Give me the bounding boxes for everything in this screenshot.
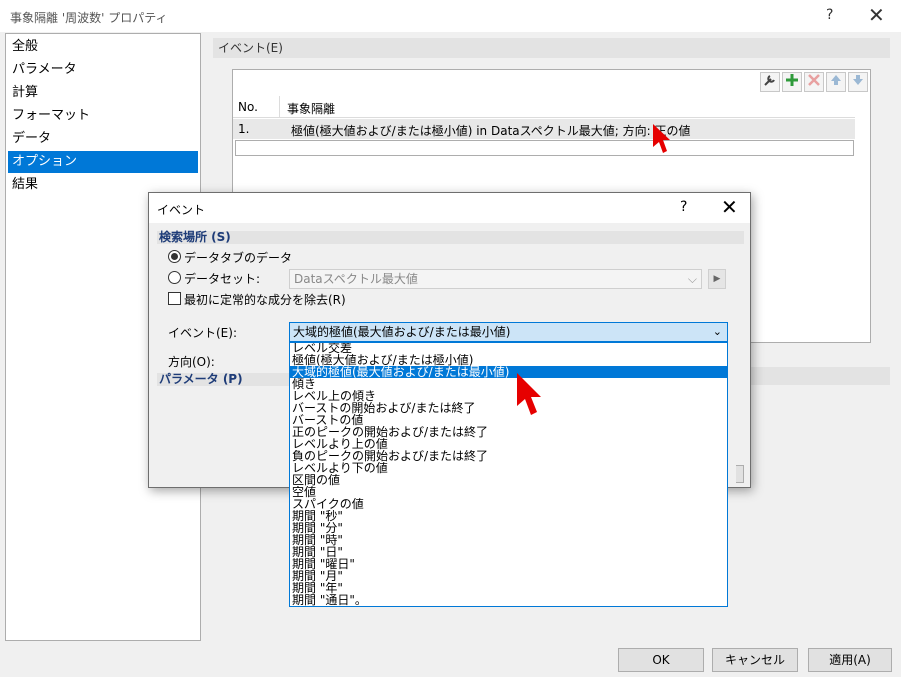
radio-dataset-label: データセット: — [184, 272, 261, 286]
move-up-icon[interactable] — [826, 72, 846, 92]
ok-button[interactable]: OK — [618, 648, 704, 672]
nav-item[interactable]: パラメータ — [8, 59, 198, 81]
play-icon[interactable]: ▶ — [708, 269, 726, 289]
apply-button[interactable]: 適用(A) — [808, 648, 892, 672]
event-table-header: No. 事象隔離 — [233, 96, 855, 118]
column-divider — [279, 96, 280, 118]
remove-dc-label: 最初に定常的な成分を除去(R) — [184, 293, 346, 307]
move-down-icon[interactable] — [848, 72, 868, 92]
nav-item[interactable]: 全般 — [8, 36, 198, 58]
dropdown-option[interactable]: バーストの値 — [290, 414, 727, 426]
search-section-header: 検索場所 (S) — [157, 231, 744, 244]
remove-dc-checkbox[interactable] — [168, 292, 181, 305]
param-section-header-bg — [740, 367, 890, 385]
mouse-cursor-icon — [517, 373, 541, 415]
event-type-dropdown-list[interactable]: レベル交差 極値(極大値および/または極小値) 大域的極値(最大値および/または最小… — [289, 342, 728, 607]
event-section-header: イベント(E) — [213, 38, 890, 58]
dropdown-option[interactable]: バーストの開始および/または終了 — [290, 402, 727, 414]
chevron-down-icon: ⌵ — [687, 272, 697, 286]
column-event: 事象隔離 — [287, 102, 336, 116]
dropdown-option[interactable]: レベル交差 — [290, 343, 727, 354]
dialog-title: イベント — [157, 203, 206, 217]
nav-item[interactable]: データ — [8, 128, 198, 150]
dropdown-option[interactable]: 負のピークの開始および/または終了 — [290, 450, 727, 462]
table-row[interactable]: 1. 極値(極大値および/または極小値) in Dataスペクトル最大値; 方向… — [233, 119, 855, 139]
column-no: No. — [238, 100, 258, 114]
nav-item[interactable]: フォーマット — [8, 105, 198, 127]
dialog-close-button[interactable]: ✕ — [721, 195, 738, 219]
dialog-help-button[interactable]: ? — [680, 199, 687, 215]
nav-item[interactable]: オプション — [8, 151, 198, 173]
delete-icon[interactable] — [804, 72, 824, 92]
dropdown-option[interactable]: 区間の値 — [290, 474, 727, 486]
mouse-cursor-icon — [653, 124, 670, 153]
radio-datatab-label: データタブのデータ — [184, 251, 293, 265]
radio-datatab[interactable] — [168, 250, 181, 263]
help-button[interactable]: ? — [826, 7, 833, 23]
dialog-button-edge[interactable] — [736, 465, 744, 483]
dropdown-option[interactable]: 期間 "秒" — [290, 510, 727, 522]
event-type-value: 大域的極値(最大値および/または最小値) — [293, 325, 511, 339]
dropdown-option[interactable]: レベルより上の値 — [290, 438, 727, 450]
dropdown-option[interactable]: 期間 "分" — [290, 522, 727, 534]
dropdown-option[interactable]: 傾き — [290, 378, 727, 390]
dropdown-option[interactable]: 期間 "時" — [290, 534, 727, 546]
event-type-select[interactable]: 大域的極値(最大値および/または最小値) ⌄ — [289, 322, 728, 342]
dropdown-option[interactable]: 期間 "月" — [290, 570, 727, 582]
wrench-icon[interactable] — [760, 72, 780, 92]
dataset-value: Dataスペクトル最大値 — [294, 272, 418, 286]
dropdown-option[interactable]: レベルより下の値 — [290, 462, 727, 474]
dropdown-option[interactable]: 期間 "通日"。 — [290, 594, 727, 606]
window-title: 事象隔離 '周波数' プロパティ — [10, 11, 168, 25]
dropdown-option[interactable]: 大域的極値(最大値および/または最小値) — [290, 366, 727, 378]
dropdown-option[interactable]: レベル上の傾き — [290, 390, 727, 402]
dialog-title-bar: イベント ? ✕ — [149, 193, 750, 223]
dataset-select[interactable]: Dataスペクトル最大値 ⌵ — [289, 269, 702, 289]
param-section-header: パラメータ (P) — [157, 373, 289, 386]
row-number: 1. — [238, 122, 250, 136]
radio-dataset[interactable] — [168, 271, 181, 284]
event-type-label: イベント(E): — [168, 326, 237, 340]
window-title-bar: 事象隔離 '周波数' プロパティ ? ✕ — [0, 0, 901, 32]
nav-item[interactable]: 計算 — [8, 82, 198, 104]
dropdown-option[interactable]: 正のピークの開始および/または終了 — [290, 426, 727, 438]
dropdown-option[interactable]: 期間 "年" — [290, 582, 727, 594]
dropdown-option[interactable]: 期間 "日" — [290, 546, 727, 558]
dropdown-option[interactable]: 期間 "曜日" — [290, 558, 727, 570]
chevron-down-icon: ⌄ — [712, 325, 722, 338]
plus-icon[interactable] — [782, 72, 802, 92]
new-row-input[interactable] — [235, 140, 854, 156]
dropdown-option[interactable]: 極値(極大値および/または極小値) — [290, 354, 727, 366]
cancel-button[interactable]: キャンセル — [712, 648, 798, 672]
dropdown-option[interactable]: スパイクの値 — [290, 498, 727, 510]
dropdown-option[interactable]: 空値 — [290, 486, 727, 498]
row-description: 極値(極大値および/または極小値) in Dataスペクトル最大値; 方向: 正… — [291, 124, 691, 138]
close-button[interactable]: ✕ — [868, 3, 885, 27]
direction-label: 方向(O): — [168, 355, 215, 369]
